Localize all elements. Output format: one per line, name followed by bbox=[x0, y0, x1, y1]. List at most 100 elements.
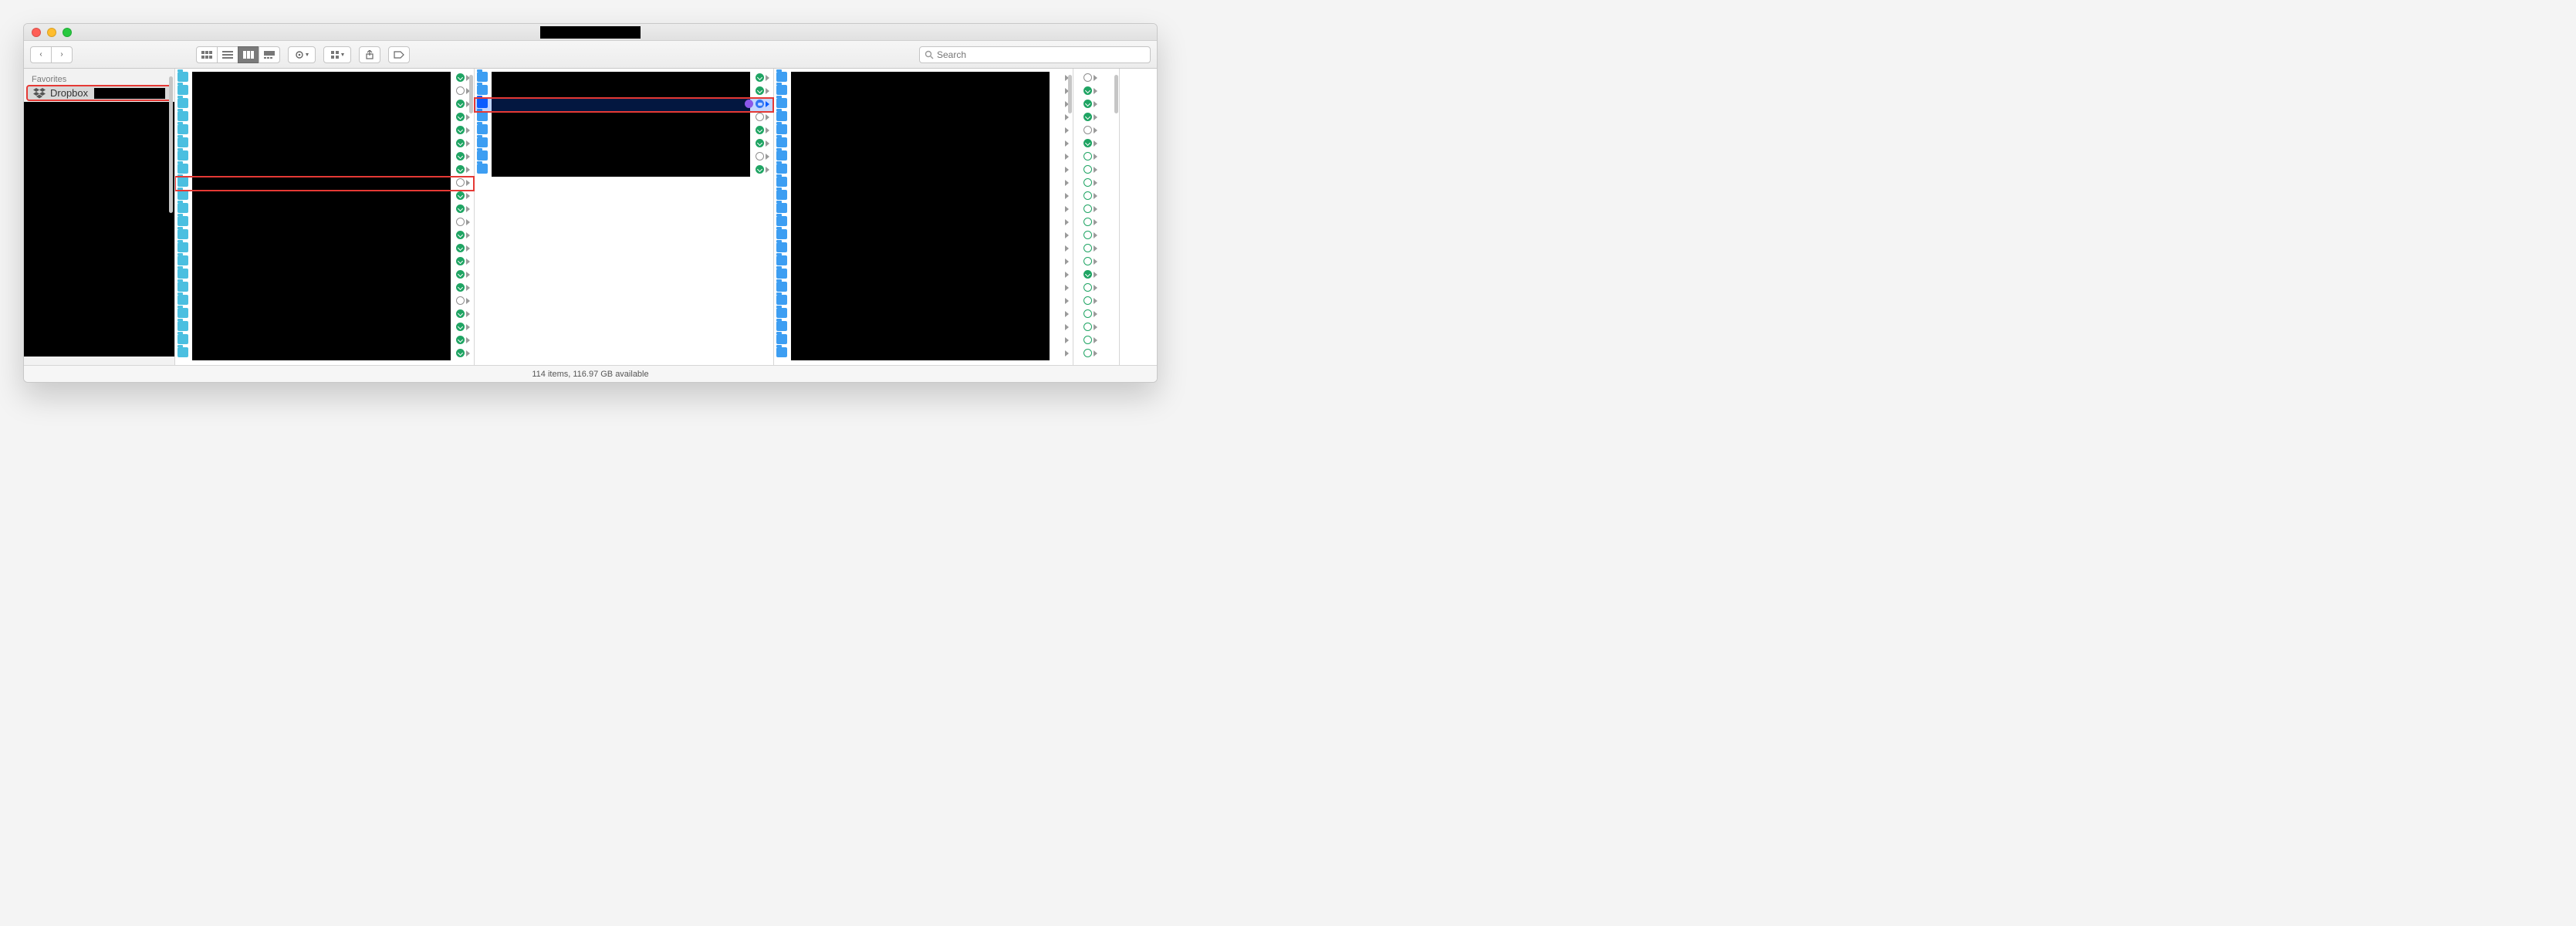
folder-icon[interactable] bbox=[776, 203, 787, 213]
folder-icon[interactable] bbox=[776, 190, 787, 200]
folder-icon[interactable] bbox=[177, 347, 188, 357]
folder-icon[interactable] bbox=[177, 98, 188, 108]
folder-icon[interactable] bbox=[177, 269, 188, 279]
sync-badge bbox=[1083, 152, 1092, 161]
folder-icon[interactable] bbox=[477, 150, 488, 161]
folder-icon[interactable] bbox=[776, 282, 787, 292]
sync-badge bbox=[456, 165, 465, 174]
folder-icon[interactable] bbox=[776, 269, 787, 279]
view-icon-button[interactable] bbox=[196, 46, 218, 63]
folder-icon[interactable] bbox=[776, 308, 787, 318]
column-scrollbar[interactable] bbox=[469, 75, 473, 113]
sync-badge bbox=[456, 231, 465, 239]
action-menu-button[interactable] bbox=[288, 46, 316, 63]
folder-icon[interactable] bbox=[776, 295, 787, 305]
folder-icon[interactable] bbox=[177, 255, 188, 265]
folder-icon[interactable] bbox=[177, 190, 188, 200]
chevron-right-icon bbox=[1065, 245, 1069, 252]
folder-icon[interactable] bbox=[177, 229, 188, 239]
forward-button[interactable]: › bbox=[51, 46, 73, 63]
folder-icon[interactable] bbox=[776, 229, 787, 239]
list-item-status bbox=[1055, 282, 1069, 293]
chevron-right-icon bbox=[466, 114, 470, 120]
folder-icon[interactable] bbox=[776, 124, 787, 134]
folder-icon[interactable] bbox=[776, 242, 787, 252]
folder-icon[interactable] bbox=[177, 72, 188, 82]
back-button[interactable]: ‹ bbox=[30, 46, 52, 63]
folder-icon[interactable] bbox=[776, 98, 787, 108]
chevron-right-icon bbox=[1065, 337, 1069, 343]
folder-icon[interactable] bbox=[477, 124, 488, 134]
folder-icon[interactable] bbox=[776, 111, 787, 121]
folder-icon[interactable] bbox=[477, 72, 488, 82]
view-gallery-button[interactable] bbox=[259, 46, 280, 63]
folder-icon[interactable] bbox=[776, 255, 787, 265]
chevron-right-icon bbox=[1065, 127, 1069, 133]
folder-icon[interactable] bbox=[477, 98, 488, 108]
folder-icon[interactable] bbox=[177, 85, 188, 95]
folder-icon[interactable] bbox=[477, 137, 488, 147]
tags-button[interactable] bbox=[388, 46, 410, 63]
folder-icon[interactable] bbox=[776, 321, 787, 331]
sidebar-item-dropbox[interactable]: Dropbox bbox=[27, 86, 171, 100]
group-menu-button[interactable] bbox=[323, 46, 351, 63]
folder-icon[interactable] bbox=[177, 321, 188, 331]
folder-icon[interactable] bbox=[177, 308, 188, 318]
folder-icon[interactable] bbox=[776, 72, 787, 82]
sync-badge bbox=[756, 126, 764, 134]
view-column-button[interactable] bbox=[238, 46, 259, 63]
folder-icon[interactable] bbox=[177, 203, 188, 213]
sidebar-scrollbar[interactable] bbox=[169, 76, 173, 213]
folder-icon[interactable] bbox=[177, 334, 188, 344]
column-content-redacted bbox=[791, 72, 1050, 360]
chevron-right-icon bbox=[1094, 337, 1097, 343]
list-item-status bbox=[456, 85, 470, 96]
zoom-window-button[interactable] bbox=[63, 28, 72, 37]
folder-icon[interactable] bbox=[177, 295, 188, 305]
view-switcher bbox=[196, 46, 280, 63]
folder-icon[interactable] bbox=[776, 177, 787, 187]
chevron-right-icon bbox=[466, 337, 470, 343]
list-item-status bbox=[456, 177, 470, 188]
sync-badge bbox=[456, 309, 465, 318]
share-button[interactable] bbox=[359, 46, 380, 63]
chevron-right-icon bbox=[1065, 285, 1069, 291]
chevron-right-icon bbox=[466, 232, 470, 238]
folder-icon[interactable] bbox=[177, 164, 188, 174]
folder-icon[interactable] bbox=[177, 242, 188, 252]
view-list-button[interactable] bbox=[217, 46, 238, 63]
column-scrollbar[interactable] bbox=[1114, 75, 1118, 113]
folder-icon[interactable] bbox=[776, 347, 787, 357]
sync-badge bbox=[456, 139, 465, 147]
sync-badge bbox=[456, 178, 465, 187]
search-field[interactable] bbox=[919, 46, 1151, 63]
titlebar bbox=[24, 24, 1157, 41]
sync-badge bbox=[456, 152, 465, 161]
list-item-status bbox=[456, 111, 470, 123]
list-item-status bbox=[456, 203, 470, 215]
column-3 bbox=[1073, 69, 1120, 365]
folder-icon[interactable] bbox=[177, 150, 188, 161]
chevron-right-icon bbox=[466, 272, 470, 278]
folder-icon[interactable] bbox=[177, 282, 188, 292]
folder-icon[interactable] bbox=[477, 85, 488, 95]
search-input[interactable] bbox=[937, 49, 1145, 60]
folder-icon[interactable] bbox=[177, 137, 188, 147]
folder-icon[interactable] bbox=[776, 150, 787, 161]
folder-icon[interactable] bbox=[177, 177, 188, 187]
list-item-status bbox=[456, 124, 470, 136]
folder-strip bbox=[774, 69, 789, 365]
folder-icon[interactable] bbox=[177, 124, 188, 134]
folder-icon[interactable] bbox=[477, 111, 488, 121]
folder-icon[interactable] bbox=[776, 164, 787, 174]
close-window-button[interactable] bbox=[32, 28, 41, 37]
folder-icon[interactable] bbox=[776, 334, 787, 344]
column-scrollbar[interactable] bbox=[1068, 75, 1072, 113]
folder-icon[interactable] bbox=[776, 137, 787, 147]
minimize-window-button[interactable] bbox=[47, 28, 56, 37]
folder-icon[interactable] bbox=[477, 164, 488, 174]
folder-icon[interactable] bbox=[177, 216, 188, 226]
folder-icon[interactable] bbox=[776, 216, 787, 226]
folder-icon[interactable] bbox=[776, 85, 787, 95]
folder-icon[interactable] bbox=[177, 111, 188, 121]
